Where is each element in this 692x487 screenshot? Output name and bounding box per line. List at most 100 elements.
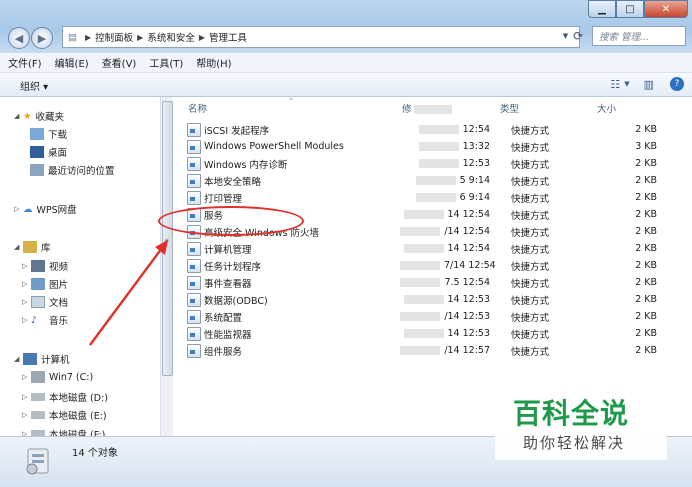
sidebar-item-pictures[interactable]: ▷ 图片 xyxy=(22,277,68,291)
file-size: 2 KB xyxy=(635,277,657,288)
table-row[interactable]: Windows 内存诊断 12:53 快捷方式 2 KB xyxy=(185,155,675,172)
breadcrumb-control-panel[interactable]: 控制面板 xyxy=(95,30,133,44)
shortcut-icon xyxy=(187,242,201,256)
file-size: 2 KB xyxy=(635,158,657,169)
refresh-button[interactable]: ▼ ⟳ xyxy=(556,26,590,46)
view-dropdown-icon[interactable]: ▼ xyxy=(624,80,629,88)
dropdown-icon[interactable]: ▼ xyxy=(563,32,568,40)
expand-icon[interactable]: ▷ xyxy=(14,205,23,213)
table-row[interactable]: 性能监视器 14 12:53 快捷方式 2 KB xyxy=(185,325,675,342)
maximize-button[interactable]: □ xyxy=(616,0,644,18)
close-button[interactable]: ✕ xyxy=(644,0,688,18)
file-size: 2 KB xyxy=(635,124,657,135)
file-date-text: 14 12:53 xyxy=(447,294,491,305)
sidebar-item-drive-c[interactable]: ▷ Win7 (C:) xyxy=(22,371,93,383)
back-button[interactable]: ◀ xyxy=(8,27,30,49)
music-icon: ♪ xyxy=(31,314,38,326)
expand-icon[interactable]: ▷ xyxy=(22,393,31,401)
file-name: 事件查看器 xyxy=(204,278,252,290)
expand-icon[interactable]: ▷ xyxy=(22,411,31,419)
table-row[interactable]: Windows PowerShell Modules 13:32 快捷方式 3 KB xyxy=(185,138,675,155)
sidebar-item-music[interactable]: ▷ ♪ 音乐 xyxy=(22,313,69,328)
expand-icon[interactable]: ◢ xyxy=(14,355,23,363)
cloud-icon: ☁ xyxy=(23,203,33,215)
pictures-icon xyxy=(31,278,45,290)
navigation-row: ◀ ▶ ▤ ▶ 控制面板 ▶ 系统和安全 ▶ 管理工具 ▼ ⟳ 搜索 管理... xyxy=(6,26,686,50)
table-row[interactable]: 本地安全策略 5 9:14 快捷方式 2 KB xyxy=(185,172,675,189)
sidebar-computer[interactable]: ◢ 计算机 xyxy=(14,352,70,366)
column-header-size[interactable]: 大小 xyxy=(597,101,616,115)
expand-icon[interactable]: ▷ xyxy=(22,262,31,270)
expand-icon[interactable]: ▷ xyxy=(22,280,31,288)
navigation-scrollbar[interactable]: ≡ xyxy=(160,97,173,436)
table-row[interactable]: 系统配置/14 12:53 快捷方式 2 KB xyxy=(185,308,675,325)
column-header-name[interactable]: 名称 xyxy=(188,101,207,115)
preview-pane-icon[interactable]: ▥ xyxy=(644,78,654,91)
drive-icon xyxy=(31,411,45,419)
table-row[interactable]: 组件服务/14 12:57 快捷方式 2 KB xyxy=(185,342,675,359)
sidebar-item-downloads[interactable]: 下载 xyxy=(30,127,67,141)
help-icon[interactable]: ? xyxy=(670,77,684,91)
file-date: 7.5 12:54 xyxy=(400,277,490,288)
table-row[interactable]: 数据源(ODBC) 14 12:53 快捷方式 2 KB xyxy=(185,291,675,308)
table-row[interactable]: 计算机管理 14 12:54 快捷方式 2 KB xyxy=(185,240,675,257)
address-bar[interactable]: ▤ ▶ 控制面板 ▶ 系统和安全 ▶ 管理工具 xyxy=(62,26,580,48)
minimize-button[interactable]: ▁ xyxy=(588,0,616,18)
breadcrumb-system-security[interactable]: 系统和安全 xyxy=(147,30,195,44)
file-list: ⌃ 名称 修 类型 大小 iSCSI 发起程序 12:54 快捷方式 2 KB Wind… xyxy=(173,97,692,436)
menu-tools[interactable]: 工具(T) xyxy=(149,55,183,70)
chevron-right-icon[interactable]: ▶ xyxy=(85,33,91,42)
sidebar-item-label: 文档 xyxy=(49,298,69,309)
column-header-date[interactable]: 修 xyxy=(402,101,452,115)
menu-help[interactable]: 帮助(H) xyxy=(196,55,231,70)
sidebar-wps-label: WPS网盘 xyxy=(36,205,77,216)
chevron-right-icon[interactable]: ▶ xyxy=(137,33,143,42)
search-input[interactable]: 搜索 管理... xyxy=(592,26,686,46)
expand-icon[interactable]: ▷ xyxy=(22,373,31,381)
sidebar-item-videos[interactable]: ▷ 视频 xyxy=(22,259,68,273)
expand-icon[interactable]: ◢ xyxy=(14,112,23,120)
date-blur xyxy=(403,329,444,338)
star-icon: ★ xyxy=(23,110,32,122)
table-row[interactable]: iSCSI 发起程序 12:54 快捷方式 2 KB xyxy=(185,121,675,138)
sidebar-item-drive-e[interactable]: ▷ 本地磁盘 (E:) xyxy=(22,408,107,422)
date-blur xyxy=(403,244,444,253)
downloads-icon xyxy=(30,128,44,140)
sidebar-item-drive-f[interactable]: ▷ 本地磁盘 (F:) xyxy=(22,427,105,436)
file-date-text: 5 9:14 xyxy=(459,175,490,186)
date-blur xyxy=(403,210,444,219)
computer-icon xyxy=(23,353,37,365)
file-date-text: /14 12:57 xyxy=(444,345,490,356)
menu-view[interactable]: 查看(V) xyxy=(102,55,137,70)
sidebar-wps[interactable]: ▷ ☁ WPS网盘 xyxy=(14,202,77,217)
file-date-text: /14 12:53 xyxy=(444,311,490,322)
table-row[interactable]: 打印管理 6 9:14 快捷方式 2 KB xyxy=(185,189,675,206)
sidebar-item-documents[interactable]: ▷ 文档 xyxy=(22,295,68,309)
sidebar-item-recent[interactable]: 最近访问的位置 xyxy=(30,163,115,177)
highlight-ellipse xyxy=(158,206,304,236)
sidebar-library[interactable]: ◢ 库 xyxy=(14,240,51,254)
breadcrumb-admin-tools[interactable]: 管理工具 xyxy=(209,30,247,44)
expand-icon[interactable]: ▷ xyxy=(22,316,31,324)
organize-button[interactable]: 组织 ▾ xyxy=(20,78,48,93)
sidebar-favorites[interactable]: ◢ ★ 收藏夹 xyxy=(14,109,64,124)
chevron-right-icon[interactable]: ▶ xyxy=(199,33,205,42)
table-row[interactable]: 事件查看器 7.5 12:54 快捷方式 2 KB xyxy=(185,274,675,291)
forward-button[interactable]: ▶ xyxy=(31,27,53,49)
sidebar-item-label: 本地磁盘 (F:) xyxy=(49,430,106,436)
expand-icon[interactable]: ▷ xyxy=(22,298,31,306)
file-date: 14 12:53 xyxy=(400,294,490,305)
view-options-icon[interactable]: ☷ xyxy=(610,78,620,91)
sidebar-item-label: 音乐 xyxy=(49,316,69,327)
column-header-type[interactable]: 类型 xyxy=(500,101,519,115)
date-blur xyxy=(418,125,459,134)
file-date: /14 12:53 xyxy=(400,311,490,322)
sidebar-item-drive-d[interactable]: ▷ 本地磁盘 (D:) xyxy=(22,390,108,404)
file-type: 快捷方式 xyxy=(511,329,550,341)
menu-edit[interactable]: 编辑(E) xyxy=(55,55,89,70)
expand-icon[interactable]: ◢ xyxy=(14,243,23,251)
table-row[interactable]: 任务计划程序 7/14 12:54 快捷方式 2 KB xyxy=(185,257,675,274)
sidebar-item-desktop[interactable]: 桌面 xyxy=(30,145,67,159)
menu-file[interactable]: 文件(F) xyxy=(8,55,42,70)
desktop-icon xyxy=(30,146,44,158)
